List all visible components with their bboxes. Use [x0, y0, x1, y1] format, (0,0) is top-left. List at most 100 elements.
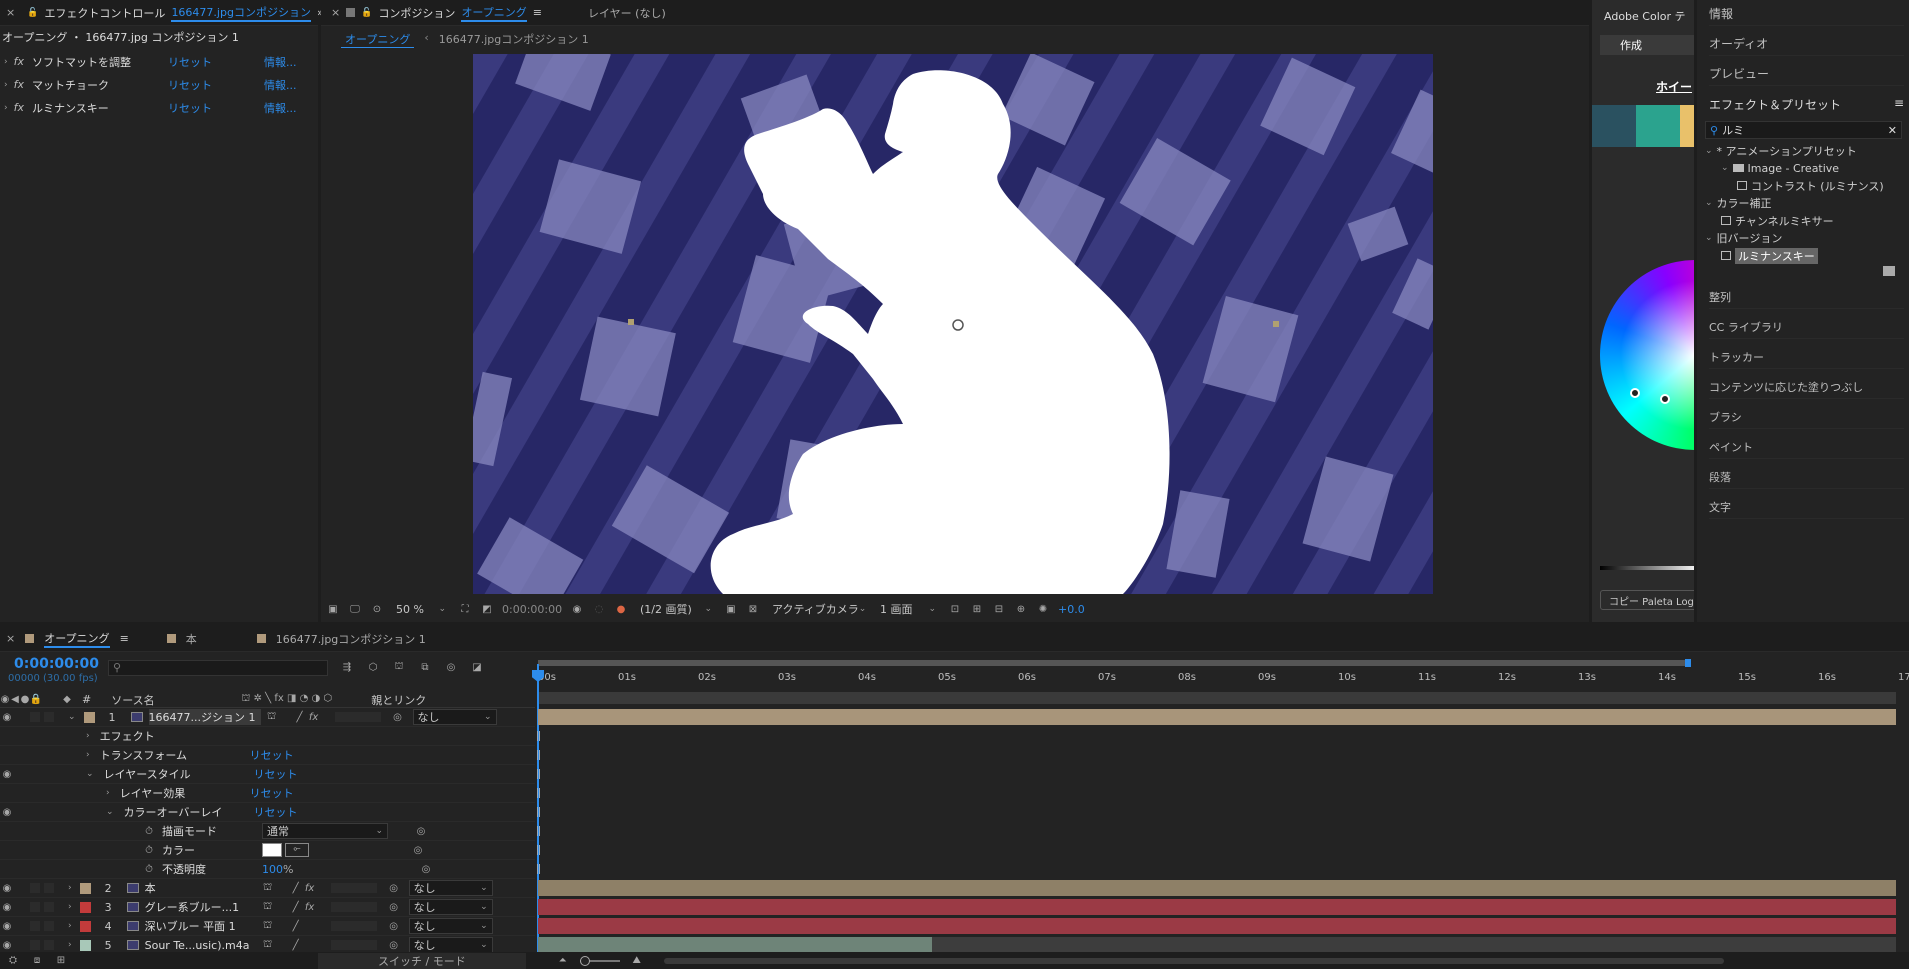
keyframe-indicator[interactable]: [537, 807, 540, 817]
exposure-value[interactable]: +0.0: [1058, 603, 1085, 616]
lock-box[interactable]: [44, 902, 54, 912]
frame-blend-icon[interactable]: ⧉: [418, 660, 432, 674]
fx-switch-icon[interactable]: [303, 938, 317, 952]
solo-box[interactable]: [30, 883, 40, 893]
views-select[interactable]: 1 画面 ⌄: [876, 601, 940, 617]
keyframe-indicator[interactable]: [537, 826, 540, 836]
effect-row[interactable]: › fx マットチョーク リセット 情報...: [0, 75, 310, 94]
switch-boxes[interactable]: [330, 940, 377, 950]
flowchart-icon[interactable]: ⊟: [992, 602, 1006, 616]
tab-book[interactable]: 本: [186, 631, 197, 647]
reset-exposure-icon[interactable]: ⊞: [970, 602, 984, 616]
parent-select[interactable]: なし ⌄: [408, 937, 493, 953]
lock-box[interactable]: [44, 940, 54, 950]
palette-swatch-1[interactable]: [1592, 105, 1636, 147]
shy-icon[interactable]: ⛫: [261, 881, 275, 895]
color-swatch[interactable]: [262, 843, 282, 857]
pickwhip-icon[interactable]: ◎: [387, 881, 401, 895]
stopwatch-icon[interactable]: ⏱: [142, 843, 156, 857]
chevron-icon[interactable]: ›: [68, 902, 72, 912]
chevron-down-icon[interactable]: ⌄: [1705, 198, 1713, 208]
vr-icon[interactable]: ⊙: [370, 602, 384, 616]
timecode[interactable]: 0:00:00:00: [14, 656, 99, 672]
clear-search-icon[interactable]: ✕: [1888, 124, 1897, 137]
effects-tree-item[interactable]: コントラスト (ルミナンス): [1737, 177, 1884, 194]
channel-icon[interactable]: ●: [614, 602, 628, 616]
keyframe-indicator[interactable]: [537, 864, 540, 874]
work-area-bar[interactable]: [538, 660, 1688, 666]
fx-switch-icon[interactable]: fx: [307, 710, 321, 724]
lock-icon[interactable]: 🔓: [361, 8, 372, 18]
shy-icon[interactable]: ⛫: [261, 938, 275, 952]
time-ruler[interactable]: 00s 01s 02s 03s 04s 05s 06s 07s 08s 09s 10s 11s 12s 1…: [538, 659, 1909, 708]
eye-icon[interactable]: ◉: [0, 710, 14, 724]
keyframe-indicator[interactable]: [537, 769, 540, 779]
shy-icon[interactable]: ⛫: [265, 710, 279, 724]
effects-tree-item[interactable]: ルミナンスキー: [1721, 247, 1818, 264]
stopwatch-icon[interactable]: ⏱: [142, 862, 156, 876]
layer-row[interactable]: ◉ ⌄ 1 166477...ジション 1 ⛫ ╱ fx ◎ なし ⌄: [0, 708, 535, 727]
zoom-slider[interactable]: [579, 955, 620, 966]
motion-blur-icon[interactable]: ◎: [444, 660, 458, 674]
lock-box[interactable]: [44, 883, 54, 893]
wheel-handle[interactable]: [1630, 388, 1640, 398]
hamburger-icon[interactable]: ≡: [120, 632, 129, 645]
anchor-handle-right[interactable]: [1273, 321, 1279, 327]
layer-duration-bar[interactable]: [538, 709, 1896, 725]
chevron-icon[interactable]: ⌄: [86, 769, 94, 779]
eyedropper-icon[interactable]: ⟜: [285, 843, 309, 857]
layer-row[interactable]: ◉ › 3 グレー系ブルー...1 ⛫ ╱ fx ◎ なし ⌄: [0, 898, 535, 917]
subtab-opening[interactable]: オープニング: [341, 31, 415, 48]
zoom-out-icon[interactable]: ⏶: [556, 954, 570, 968]
property-reset[interactable]: リセット: [254, 766, 298, 782]
layer-name[interactable]: 深いブルー 平面 1: [145, 918, 257, 934]
fx-switch-icon[interactable]: [303, 919, 317, 933]
eye-icon[interactable]: ◉: [0, 767, 14, 781]
effects-tree-item[interactable]: ⌄ 旧バージョン: [1705, 230, 1782, 247]
layer-duration-bar[interactable]: [538, 880, 1896, 896]
property-reset[interactable]: リセット: [250, 785, 294, 801]
fx-icon[interactable]: fx: [14, 78, 24, 91]
effects-search-box[interactable]: ⚲ ルミ ✕: [1705, 121, 1902, 139]
property-row[interactable]: ◉ ⌄ カラーオーバーレイ リセット: [0, 803, 535, 822]
layer-name[interactable]: グレー系ブルー...1: [145, 899, 257, 915]
panel-item[interactable]: ブラシ: [1709, 405, 1904, 429]
panel-item[interactable]: プレビュー: [1709, 62, 1904, 86]
composition-nav-icon[interactable]: ⇶: [340, 660, 354, 674]
layer-switches-icon[interactable]: ⧈: [30, 954, 44, 968]
snapshot-icon[interactable]: ◌: [592, 602, 606, 616]
quality-icon[interactable]: ╱: [293, 710, 307, 724]
lock-icon[interactable]: 🔓: [27, 8, 38, 18]
palette-swatch-2[interactable]: [1636, 105, 1680, 147]
effect-info[interactable]: 情報...: [264, 54, 297, 70]
property-row[interactable]: ◉›レイヤー効果リセット: [0, 784, 535, 803]
keyframe-indicator[interactable]: [537, 788, 540, 798]
quality-icon[interactable]: ╱: [289, 919, 303, 933]
panel-item[interactable]: 文字: [1709, 495, 1904, 519]
comp-flow-icon[interactable]: ⛭: [6, 954, 20, 968]
composition-tab-label[interactable]: コンポジション: [378, 5, 455, 21]
column-source-name[interactable]: ソース名: [111, 692, 241, 708]
transparency-grid-icon[interactable]: ◩: [480, 602, 494, 616]
eye-icon[interactable]: ◉: [0, 919, 14, 933]
layer-duration-bar[interactable]: [538, 918, 1896, 934]
effects-tree-item[interactable]: ⌄ * アニメーションプリセット: [1705, 142, 1857, 159]
timecode-display[interactable]: 0:00:00:00: [502, 603, 562, 616]
time-navigator[interactable]: [538, 692, 1896, 704]
label-color[interactable]: [79, 920, 91, 932]
effect-reset[interactable]: リセット: [168, 54, 264, 70]
create-tab[interactable]: 作成: [1600, 35, 1694, 55]
quality-icon[interactable]: ╱: [289, 900, 303, 914]
fx-icon[interactable]: fx: [14, 55, 24, 68]
fx-switch-icon[interactable]: fx: [303, 900, 317, 914]
layer-search-input[interactable]: ⚲: [108, 660, 328, 676]
hamburger-icon[interactable]: ≡: [533, 6, 542, 19]
effects-tree-item[interactable]: チャンネルミキサー: [1721, 212, 1834, 229]
camera-select[interactable]: アクティブカメラ ⌄: [768, 601, 868, 617]
pickwhip-icon[interactable]: ◎: [391, 710, 405, 724]
property-row[interactable]: ◉›エフェクト: [0, 727, 535, 746]
panel-item[interactable]: ペイント: [1709, 435, 1904, 459]
composition-viewer[interactable]: [473, 54, 1433, 594]
blend-mode-row[interactable]: ⏱ 描画モード 通常 ⌄ ◎: [0, 822, 535, 841]
effects-search-input[interactable]: ルミ: [1722, 122, 1744, 138]
